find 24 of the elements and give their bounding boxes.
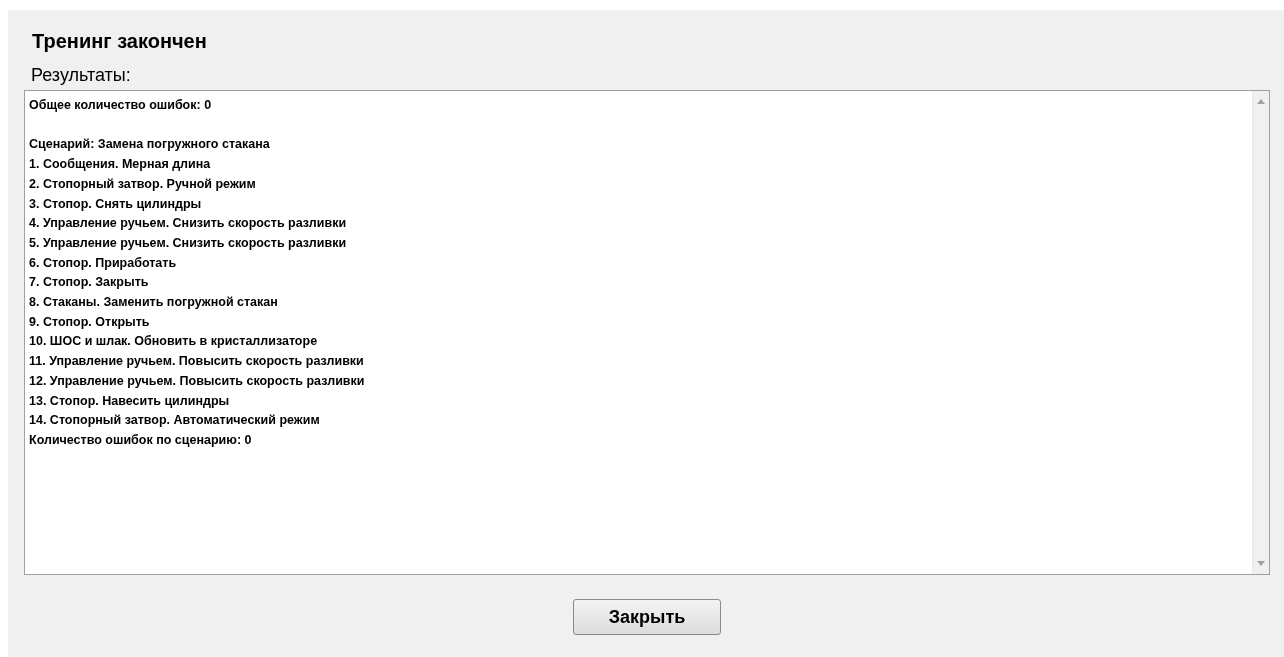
- close-button[interactable]: Закрыть: [573, 599, 721, 635]
- scroll-up-icon[interactable]: [1257, 99, 1265, 104]
- results-line: 7. Стопор. Закрыть: [29, 274, 149, 292]
- results-line: 6. Стопор. Приработать: [29, 254, 177, 272]
- results-line: 14. Стопорный затвор. Автоматический режим: [29, 412, 320, 430]
- scrollbar[interactable]: [1252, 91, 1269, 574]
- results-textbox[interactable]: [24, 90, 1270, 575]
- results-line: 5. Управление ручьем. Снизить скорость разливки: [29, 234, 347, 252]
- results-line: 9. Стопор. Открыть: [29, 313, 150, 331]
- results-line: 10. ШОС и шлак. Обновить в кристаллизаторе: [29, 333, 318, 351]
- results-line: 4. Управление ручьем. Снизить скорость разливки: [29, 215, 347, 233]
- dialog-title: Тренинг закончен: [32, 29, 208, 54]
- results-line: 8. Стаканы. Заменить погружной стакан: [29, 294, 278, 311]
- results-label: Результаты:: [31, 64, 132, 86]
- results-line: Сценарий: Замена погружного стакана: [29, 136, 270, 154]
- scroll-down-icon[interactable]: [1257, 561, 1265, 566]
- results-line: 3. Стопор. Снять цилиндры: [29, 195, 202, 213]
- results-line: 1. Сообщения. Мерная длина: [29, 156, 211, 174]
- results-line: Количество ошибок по сценарию: 0: [29, 431, 252, 449]
- results-line: 13. Стопор. Навесить цилиндры: [29, 392, 230, 410]
- results-line: 11. Управление ручьем. Повысить скорость разливки: [29, 353, 364, 371]
- results-line: 2. Стопорный затвор. Ручной режим: [29, 175, 256, 193]
- results-line: 12. Управление ручьем. Повысить скорость разливки: [29, 372, 365, 390]
- results-line: Общее количество ошибок: 0: [29, 97, 212, 114]
